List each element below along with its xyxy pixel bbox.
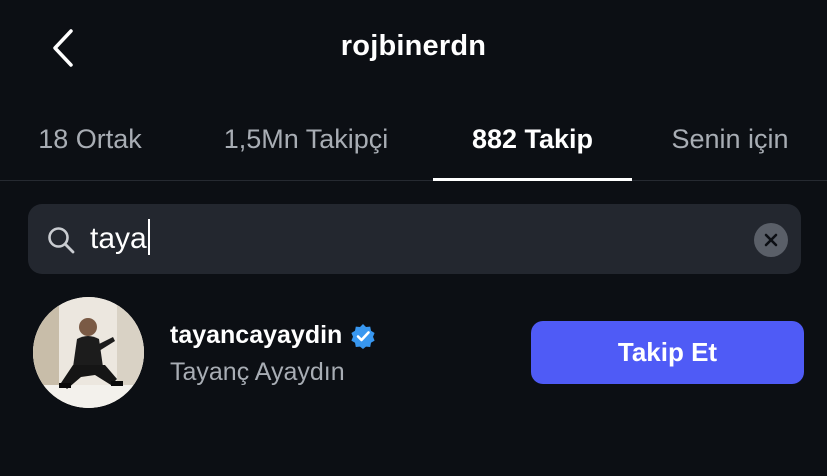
- follow-button[interactable]: Takip Et: [531, 321, 804, 384]
- tab-followers[interactable]: 1,5Mn Takipçi: [200, 100, 412, 179]
- verified-badge-icon: [351, 323, 375, 349]
- search-bar[interactable]: taya: [28, 204, 801, 274]
- search-input-value: taya: [90, 222, 147, 255]
- full-name: Tayanç Ayaydın: [170, 358, 345, 386]
- tab-bar: 18 Ortak 1,5Mn Takipçi 882 Takip Senin i…: [0, 100, 827, 181]
- search-input[interactable]: taya: [90, 218, 150, 260]
- active-tab-indicator: [433, 178, 632, 181]
- clear-search-button[interactable]: [754, 223, 788, 257]
- avatar[interactable]: [33, 297, 144, 408]
- tab-mutual[interactable]: 18 Ortak: [20, 100, 160, 179]
- profile-photo: [33, 297, 144, 408]
- close-icon: [764, 233, 778, 247]
- text-cursor: [147, 219, 150, 256]
- tab-for-you[interactable]: Senin için: [655, 100, 805, 179]
- following-screen: rojbinerdn 18 Ortak 1,5Mn Takipçi 882 Ta…: [0, 0, 827, 476]
- username-line[interactable]: tayancayaydin: [170, 321, 376, 350]
- page-title: rojbinerdn: [340, 30, 487, 62]
- tab-following[interactable]: 882 Takip: [433, 100, 632, 179]
- search-icon: [48, 227, 75, 254]
- list-item[interactable]: tayancayaydin Tayanç Ayaydın Takip Et: [0, 290, 827, 420]
- username: tayancayaydin: [170, 321, 343, 349]
